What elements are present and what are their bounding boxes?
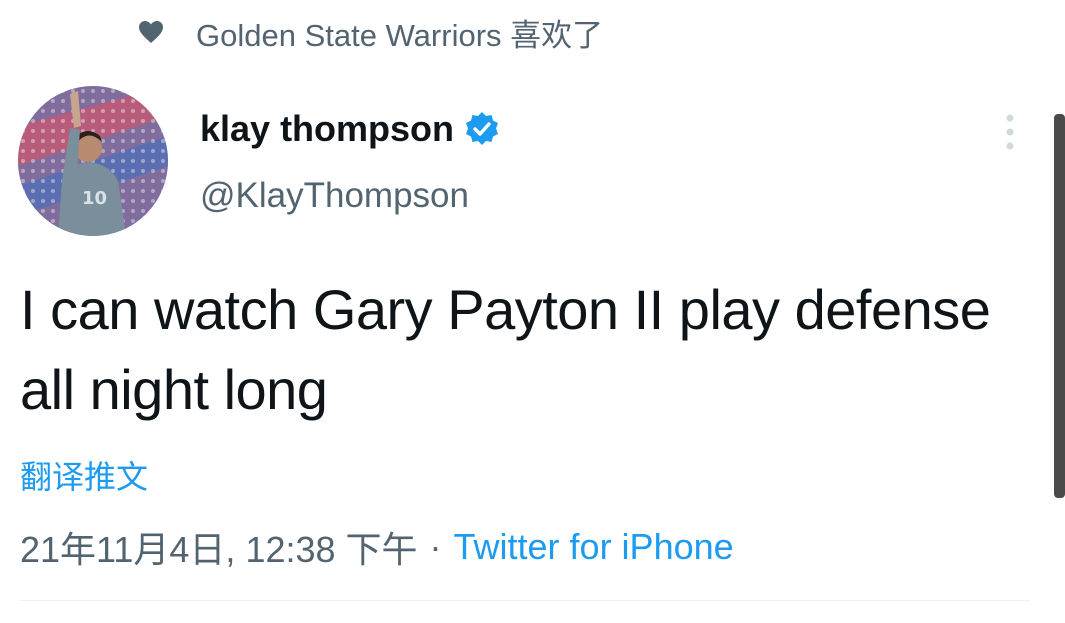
meta-separator: · <box>429 526 442 567</box>
scrollbar[interactable] <box>1054 114 1065 498</box>
more-options-icon[interactable] <box>996 112 1024 154</box>
social-context-text: Golden State Warriors 喜欢了 <box>196 17 604 53</box>
social-context[interactable]: Golden State Warriors 喜欢了 <box>138 12 604 53</box>
svg-text:10: 10 <box>82 188 107 209</box>
translate-tweet-link[interactable]: 翻译推文 <box>20 452 148 498</box>
tweet-text: I can watch Gary Payton II play defense … <box>20 278 991 421</box>
avatar[interactable]: 10 <box>18 86 168 236</box>
tweet-meta: 21年11月4日, 12:38 下午 · Twitter for iPhone <box>20 521 734 573</box>
heart-icon <box>138 20 164 44</box>
tweet-source-link[interactable]: Twitter for iPhone <box>454 526 734 568</box>
tweet-timestamp[interactable]: 21年11月4日, 12:38 下午 <box>20 521 418 573</box>
verified-badge-icon <box>464 111 500 147</box>
name-row: klay thompson <box>200 104 500 154</box>
user-handle[interactable]: @KlayThompson <box>200 176 500 216</box>
tweet-author[interactable]: klay thompson @KlayThompson <box>200 104 500 216</box>
display-name[interactable]: klay thompson <box>200 108 454 150</box>
divider <box>20 600 1030 601</box>
